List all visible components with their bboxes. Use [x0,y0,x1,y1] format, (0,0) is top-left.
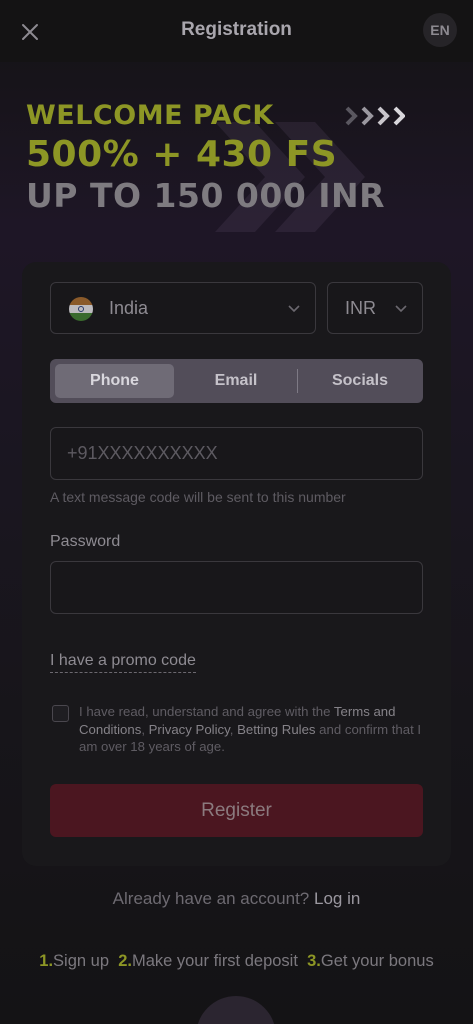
phone-field-wrapper [50,427,423,480]
tab-phone[interactable]: Phone [55,364,174,398]
terms-text: I have read, understand and agree with t… [79,703,429,756]
header: Registration EN [0,0,473,62]
registration-card: India INR Phone Email Socials A text mes… [22,262,451,866]
step-1-label: Sign up [53,952,110,970]
banner-line-2: 500% + 430 FS [26,134,338,175]
password-label: Password [50,533,121,550]
terms-sep-1: , [141,721,149,737]
registration-method-tabs: Phone Email Socials [50,359,423,403]
india-flag-icon [69,297,93,321]
register-button[interactable]: Register [50,784,423,837]
privacy-policy-link[interactable]: Privacy Policy [149,722,230,737]
login-prompt: Already have an account? Log in [0,889,473,909]
password-input[interactable] [51,562,422,613]
promo-code-link[interactable]: I have a promo code [50,652,196,673]
step-2-label: Make your first deposit [131,952,298,970]
terms-text-1: I have read, understand and agree with t… [79,704,334,719]
login-link[interactable]: Log in [314,889,360,908]
currency-select[interactable]: INR [327,282,423,334]
chevron-down-icon [395,305,407,313]
triple-chevron-right-icon [345,106,405,126]
step-3-number: 3. [307,952,321,970]
terms-sep-2: , [229,721,238,737]
page-title: Registration [181,19,292,40]
password-field-wrapper [50,561,423,614]
tab-email[interactable]: Email [176,359,296,403]
banner-line-1: WELCOME PACK [26,100,274,131]
terms-checkbox[interactable] [52,705,69,722]
phone-input[interactable] [51,428,422,479]
step-1-number: 1. [39,952,54,970]
country-select[interactable]: India [50,282,316,334]
language-button[interactable]: EN [423,13,457,47]
currency-value: INR [345,298,376,318]
tab-socials[interactable]: Socials [300,359,420,403]
betting-rules-link[interactable]: Betting Rules [237,722,315,737]
chevron-down-icon [288,305,300,313]
banner-line-3: UP TO 150 000 INR [26,176,386,215]
welcome-banner: WELCOME PACK 500% + 430 FS UP TO 150 000… [0,62,473,262]
login-prompt-text: Already have an account? [112,889,314,908]
phone-hint: A text message code will be sent to this… [50,489,346,505]
avatar [196,996,276,1024]
bonus-steps: 1.Sign up 2.Make your first deposit 3.Ge… [0,952,473,971]
tab-divider [297,369,298,393]
step-3-label: Get your bonus [320,952,434,970]
step-2-number: 2. [118,952,132,970]
country-value: India [109,298,149,318]
